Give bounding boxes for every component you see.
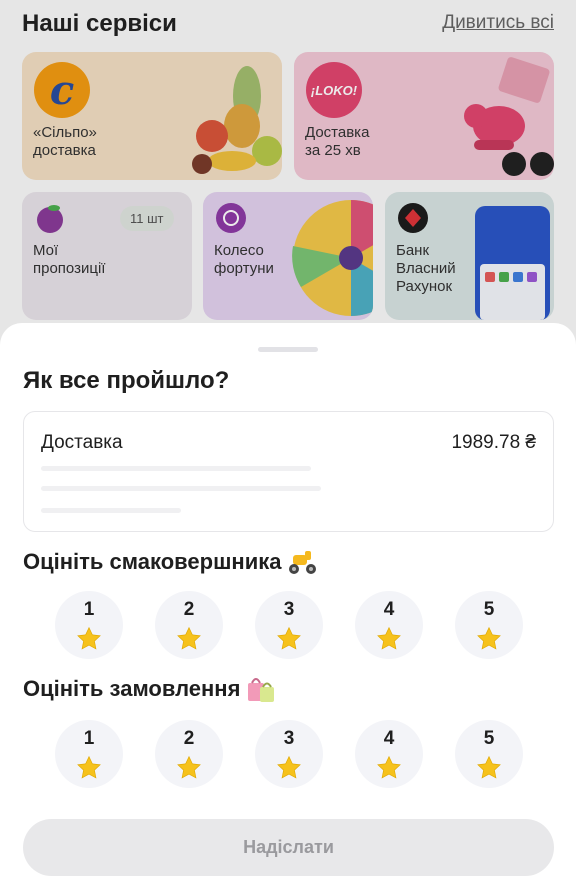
scooter-emoji-icon bbox=[289, 551, 317, 574]
rating-option-1[interactable]: 1 bbox=[55, 720, 123, 788]
rating-number: 1 bbox=[83, 728, 95, 749]
rating-number: 4 bbox=[383, 728, 395, 749]
rating-number: 3 bbox=[283, 728, 295, 749]
shopping-bags-emoji-icon bbox=[248, 678, 275, 702]
order-rating-row: 1 2 3 4 5 bbox=[55, 720, 523, 788]
rating-number: 2 bbox=[183, 728, 195, 749]
star-icon bbox=[177, 626, 201, 650]
courier-rating-title: Оцініть смаковершника bbox=[23, 549, 317, 575]
order-summary-card: Доставка 1989.78 ₴ bbox=[23, 411, 554, 532]
rating-option-3[interactable]: 3 bbox=[255, 720, 323, 788]
order-amount: 1989.78 ₴ bbox=[451, 432, 536, 453]
order-rating-label: Оцініть замовлення bbox=[23, 676, 241, 701]
blurred-address-line bbox=[41, 508, 181, 513]
star-icon bbox=[77, 755, 101, 779]
rating-number: 3 bbox=[283, 599, 295, 620]
rating-option-5[interactable]: 5 bbox=[455, 720, 523, 788]
rating-option-4[interactable]: 4 bbox=[355, 720, 423, 788]
star-icon bbox=[477, 755, 501, 779]
blurred-address-line bbox=[41, 466, 311, 471]
rating-option-1[interactable]: 1 bbox=[55, 591, 123, 659]
star-icon bbox=[477, 626, 501, 650]
star-icon bbox=[377, 626, 401, 650]
sheet-drag-handle[interactable] bbox=[258, 347, 318, 352]
courier-rating-row: 1 2 3 4 5 bbox=[55, 591, 523, 659]
rating-option-4[interactable]: 4 bbox=[355, 591, 423, 659]
star-icon bbox=[277, 755, 301, 779]
rating-option-5[interactable]: 5 bbox=[455, 591, 523, 659]
rating-number: 1 bbox=[83, 599, 95, 620]
rating-number: 2 bbox=[183, 599, 195, 620]
submit-button[interactable]: Надіслати bbox=[23, 819, 554, 876]
rating-number: 5 bbox=[483, 728, 495, 749]
order-rating-title: Оцініть замовлення bbox=[23, 675, 276, 703]
rating-option-3[interactable]: 3 bbox=[255, 591, 323, 659]
rating-option-2[interactable]: 2 bbox=[155, 591, 223, 659]
blurred-address-line bbox=[41, 486, 321, 491]
courier-rating-label: Оцініть смаковершника bbox=[23, 549, 282, 574]
rating-option-2[interactable]: 2 bbox=[155, 720, 223, 788]
star-icon bbox=[177, 755, 201, 779]
star-icon bbox=[377, 755, 401, 779]
star-icon bbox=[277, 626, 301, 650]
sheet-title: Як все пройшло? bbox=[23, 367, 230, 394]
rating-number: 4 bbox=[383, 599, 395, 620]
rating-number: 5 bbox=[483, 599, 495, 620]
rating-bottom-sheet: Як все пройшло? Доставка 1989.78 ₴ Оціні… bbox=[0, 323, 576, 896]
order-type-label: Доставка bbox=[41, 432, 123, 453]
star-icon bbox=[77, 626, 101, 650]
